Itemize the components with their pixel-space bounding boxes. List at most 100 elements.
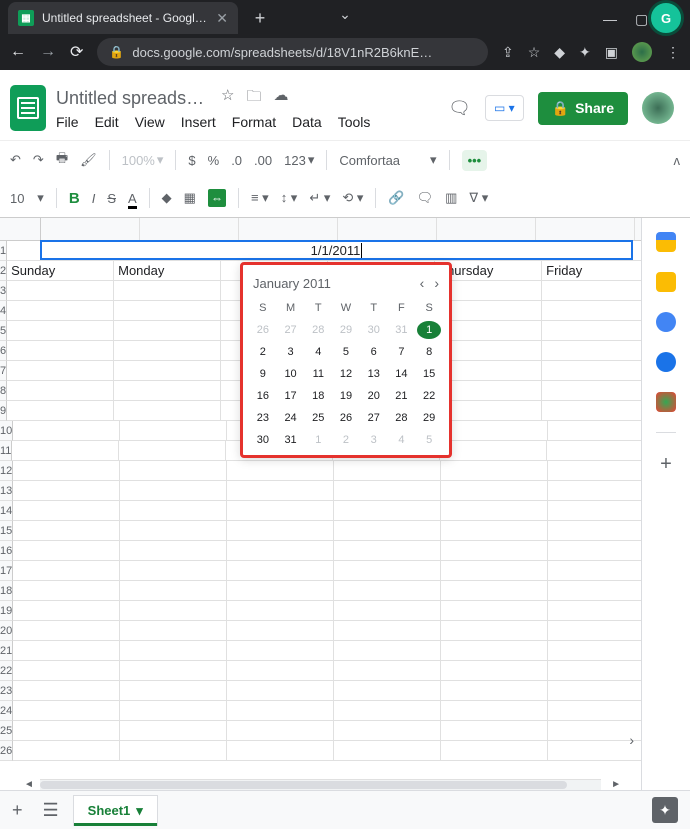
cell[interactable] (334, 561, 441, 581)
cell[interactable] (114, 301, 221, 321)
row-header[interactable]: 8 (0, 381, 7, 401)
cell[interactable] (114, 281, 221, 301)
h-align-button[interactable]: ≡ ▾ (251, 190, 269, 206)
cell[interactable] (13, 601, 120, 621)
cell[interactable] (120, 561, 227, 581)
cell[interactable] (114, 341, 221, 361)
cell[interactable] (227, 601, 334, 621)
row-header[interactable]: 25 (0, 721, 13, 741)
cell[interactable] (334, 661, 441, 681)
cell[interactable] (7, 381, 114, 401)
calendar-day[interactable]: 6 (362, 343, 386, 361)
row-header[interactable]: 24 (0, 701, 13, 721)
paint-format-icon[interactable]: 🖌 (80, 152, 97, 168)
calendar-day[interactable]: 3 (362, 431, 386, 449)
filter-button[interactable]: ∇ ▾ (469, 190, 488, 206)
explore-button[interactable]: ✦ (652, 797, 678, 823)
present-button[interactable]: ▭ ▾ (485, 95, 524, 121)
column-header[interactable] (239, 218, 338, 240)
row-header[interactable]: 6 (0, 341, 7, 361)
cell[interactable] (334, 641, 441, 661)
row-header[interactable]: 14 (0, 501, 13, 521)
cell[interactable] (334, 621, 441, 641)
sheet-tab-active[interactable]: Sheet1 ▾ (73, 795, 158, 826)
cell[interactable] (542, 301, 641, 321)
calendar-day[interactable]: 17 (279, 387, 303, 405)
cell[interactable] (120, 621, 227, 641)
comments-icon[interactable]: 🗨 (448, 98, 471, 119)
cell[interactable] (13, 681, 120, 701)
cell[interactable] (548, 421, 641, 441)
row-header[interactable]: 19 (0, 601, 13, 621)
cell[interactable] (548, 581, 641, 601)
calendar-day[interactable]: 11 (306, 365, 330, 383)
calendar-day[interactable]: 13 (362, 365, 386, 383)
link-button[interactable]: 🔗 (388, 190, 404, 206)
cell[interactable] (114, 381, 221, 401)
calendar-day[interactable]: 14 (390, 365, 414, 383)
cell[interactable] (12, 441, 119, 461)
scroll-left-icon[interactable]: ◄ (24, 779, 34, 790)
toolbar-collapse-icon[interactable]: ᴧ (674, 153, 681, 168)
calendar-day[interactable]: 21 (390, 387, 414, 405)
cell[interactable]: Sunday (7, 261, 114, 281)
cell[interactable] (7, 341, 114, 361)
cell[interactable] (114, 361, 221, 381)
calendar-day[interactable]: 31 (279, 431, 303, 449)
undo-icon[interactable]: ↶ (10, 152, 21, 168)
column-header[interactable] (536, 218, 635, 240)
cell[interactable] (334, 741, 441, 761)
cell[interactable] (548, 681, 641, 701)
row-header[interactable]: 22 (0, 661, 13, 681)
calendar-day[interactable]: 20 (362, 387, 386, 405)
cell[interactable] (548, 541, 641, 561)
cell[interactable] (227, 581, 334, 601)
borders-button[interactable]: ▦ (184, 190, 196, 206)
calendar-day[interactable]: 31 (390, 321, 414, 339)
decrease-decimal[interactable]: .0 (231, 153, 242, 168)
cell[interactable] (441, 621, 548, 641)
prev-month-icon[interactable]: ‹ (420, 275, 425, 291)
cell[interactable] (13, 541, 120, 561)
wrap-button[interactable]: ↵ ▾ (309, 190, 330, 206)
sheet-tab-menu-icon[interactable]: ▾ (136, 803, 143, 819)
font-size-select[interactable]: 10 ▾ (10, 190, 44, 206)
cell[interactable] (542, 381, 641, 401)
row-header[interactable]: 5 (0, 321, 7, 341)
column-header[interactable] (437, 218, 536, 240)
row-header[interactable]: 26 (0, 741, 13, 761)
rotate-button[interactable]: ⟲ ▾ (342, 190, 363, 206)
comment-button[interactable]: 🗨 (417, 190, 434, 206)
cell[interactable] (334, 581, 441, 601)
cell[interactable] (7, 301, 114, 321)
cell[interactable] (542, 361, 641, 381)
cell[interactable] (227, 661, 334, 681)
cell[interactable] (548, 641, 641, 661)
more-formats[interactable]: 123 ▾ (284, 152, 314, 168)
cell[interactable] (13, 701, 120, 721)
row-header[interactable]: 17 (0, 561, 13, 581)
calendar-day[interactable]: 25 (306, 409, 330, 427)
addons-plus-icon[interactable]: + (660, 453, 672, 476)
calendar-day[interactable]: 15 (417, 365, 441, 383)
cell[interactable] (334, 481, 441, 501)
format-currency[interactable]: $ (188, 153, 195, 168)
cell[interactable] (542, 281, 641, 301)
cell[interactable] (441, 661, 548, 681)
cell[interactable] (334, 721, 441, 741)
row-header[interactable]: 1 (0, 241, 7, 261)
keep-sidepanel-icon[interactable] (656, 272, 676, 292)
row-header[interactable]: 12 (0, 461, 13, 481)
calendar-day[interactable]: 2 (334, 431, 358, 449)
cell[interactable] (548, 601, 641, 621)
cell[interactable] (114, 401, 221, 421)
calendar-sidepanel-icon[interactable] (656, 232, 676, 252)
cell[interactable] (441, 701, 548, 721)
close-tab-icon[interactable]: ✕ (216, 10, 228, 27)
calendar-day[interactable]: 22 (417, 387, 441, 405)
menu-view[interactable]: View (135, 114, 165, 130)
cell[interactable] (548, 621, 641, 641)
cell[interactable] (13, 721, 120, 741)
cell[interactable] (120, 421, 227, 441)
menu-file[interactable]: File (56, 114, 79, 130)
